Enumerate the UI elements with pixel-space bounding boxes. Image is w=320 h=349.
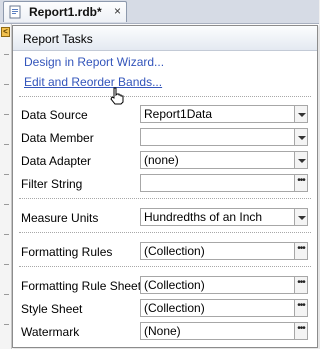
tasks-header: Report Tasks	[13, 26, 317, 51]
watermark-field[interactable]: (None) •••	[140, 322, 308, 340]
chevron-down-icon	[298, 216, 306, 220]
report-tasks-panel: Report Tasks Design in Report Wizard... …	[12, 25, 318, 348]
close-tab-icon[interactable]: ×	[114, 4, 121, 18]
ellipsis-icon: •••	[297, 243, 306, 254]
watermark-label: Watermark	[21, 325, 80, 339]
data-adapter-label: Data Adapter	[21, 154, 92, 168]
separator	[19, 96, 311, 97]
document-tab-title: Report1.rdb*	[29, 5, 102, 19]
smart-tag-icon[interactable]: <	[1, 27, 10, 37]
separator	[19, 266, 311, 267]
measure-units-dropdown[interactable]: Hundredths of an Inch	[140, 208, 308, 226]
style-sheet-value: (Collection)	[144, 301, 205, 315]
data-source-dropdown[interactable]: Report1Data	[140, 105, 308, 123]
formatting-rules-ellipsis-button[interactable]: •••	[294, 243, 307, 259]
data-adapter-dropdown-button[interactable]	[294, 152, 307, 168]
formatting-rules-value: (Collection)	[144, 244, 205, 258]
style-sheet-label: Style Sheet	[21, 302, 83, 316]
edit-and-reorder-bands-link[interactable]: Edit and Reorder Bands...	[24, 75, 162, 89]
formatting-rule-sheet-value: (Collection)	[144, 278, 205, 292]
report-doc-icon	[9, 5, 21, 19]
ellipsis-icon: •••	[297, 300, 306, 311]
document-tab-report1[interactable]: Report1.rdb* ×	[3, 1, 127, 22]
measure-units-value: Hundredths of an Inch	[144, 210, 263, 224]
chevron-down-icon	[298, 159, 306, 163]
chevron-down-icon	[298, 136, 306, 140]
formatting-rule-sheet-ellipsis-button[interactable]: •••	[294, 277, 307, 293]
hand-cursor-icon	[110, 87, 124, 105]
data-member-dropdown-button[interactable]	[294, 129, 307, 145]
chevron-down-icon	[298, 113, 306, 117]
data-source-label: Data Source	[21, 108, 88, 122]
style-sheet-field[interactable]: (Collection) •••	[140, 299, 308, 317]
data-adapter-dropdown[interactable]: (none)	[140, 151, 308, 169]
tasks-title: Report Tasks	[23, 32, 93, 46]
document-tabstrip: Report1.rdb* ×	[0, 0, 319, 24]
style-sheet-ellipsis-button[interactable]: •••	[294, 300, 307, 316]
data-source-dropdown-button[interactable]	[294, 106, 307, 122]
ellipsis-icon: •••	[297, 277, 306, 288]
ellipsis-icon: •••	[297, 175, 306, 186]
design-in-report-wizard-link[interactable]: Design in Report Wizard...	[24, 55, 164, 69]
watermark-value: (None)	[144, 324, 181, 338]
data-member-label: Data Member	[21, 131, 94, 145]
filter-string-label: Filter String	[21, 177, 83, 191]
formatting-rules-label: Formatting Rules	[21, 245, 113, 259]
formatting-rules-field[interactable]: (Collection) •••	[140, 242, 308, 260]
formatting-rule-sheet-label: Formatting Rule Sheet	[21, 279, 142, 293]
vertical-ruler	[0, 24, 12, 349]
filter-string-ellipsis-button[interactable]: •••	[294, 175, 307, 191]
filter-string-field[interactable]: •••	[140, 174, 308, 192]
measure-units-dropdown-button[interactable]	[294, 209, 307, 225]
separator	[19, 232, 311, 233]
separator	[19, 198, 311, 199]
formatting-rule-sheet-field[interactable]: (Collection) •••	[140, 276, 308, 294]
data-adapter-value: (none)	[144, 153, 179, 167]
measure-units-label: Measure Units	[21, 211, 99, 225]
ellipsis-icon: •••	[297, 323, 306, 334]
watermark-ellipsis-button[interactable]: •••	[294, 323, 307, 339]
data-source-value: Report1Data	[144, 107, 213, 121]
data-member-dropdown[interactable]	[140, 128, 308, 146]
